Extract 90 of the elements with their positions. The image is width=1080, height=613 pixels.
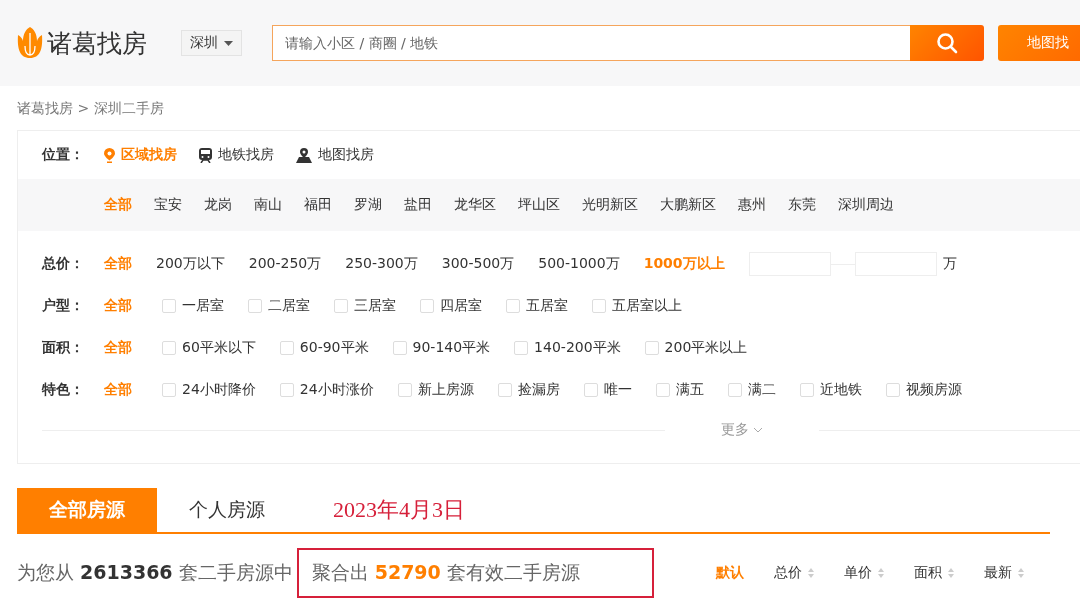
site-logo: 诸葛找房: [47, 27, 147, 60]
sort-arrows-icon: [947, 568, 954, 578]
checkbox[interactable]: [162, 383, 176, 397]
filter-option[interactable]: 500-1000万: [538, 255, 620, 273]
checkbox[interactable]: [420, 299, 434, 313]
filter-label: 户型：: [42, 297, 85, 315]
sort-option[interactable]: 单价: [843, 564, 884, 582]
checkbox[interactable]: [592, 299, 606, 313]
checkbox[interactable]: [644, 341, 659, 355]
checkbox[interactable]: [248, 299, 262, 313]
filter-checkbox[interactable]: 近地铁: [799, 381, 862, 399]
filter-checkbox[interactable]: 唯一: [583, 381, 632, 399]
unit-label: 万: [942, 255, 957, 273]
filter-checkbox[interactable]: 五居室: [506, 297, 568, 315]
checkbox[interactable]: [279, 383, 294, 397]
filter-option[interactable]: 200-250万: [248, 255, 322, 273]
checkbox[interactable]: [162, 341, 176, 355]
filter-checkbox[interactable]: 视频房源: [885, 381, 962, 399]
checkbox[interactable]: [885, 383, 900, 397]
search-mode-tab[interactable]: 地图找房: [296, 146, 374, 164]
checkbox[interactable]: [279, 341, 294, 355]
listing-tab[interactable]: 个人房源: [157, 488, 297, 532]
filter-checkbox[interactable]: 满五: [655, 381, 704, 399]
checkbox[interactable]: [497, 383, 512, 397]
search-button[interactable]: [910, 25, 984, 61]
district-link[interactable]: 龙岗: [204, 196, 232, 214]
checkbox[interactable]: [162, 299, 176, 313]
sort-arrows-icon: [1017, 568, 1024, 578]
checkbox[interactable]: [655, 383, 670, 397]
checkbox[interactable]: [397, 383, 412, 397]
district-link[interactable]: 大鹏新区: [660, 196, 716, 214]
chevron-down-icon: [752, 427, 763, 433]
lotus-logo-icon: [17, 27, 43, 59]
filter-label: 面积：: [42, 339, 85, 357]
checkbox[interactable]: [799, 383, 814, 397]
train-icon: [199, 147, 212, 163]
search-mode-tab[interactable]: 地铁找房: [199, 146, 274, 164]
filter-option[interactable]: 200万以下: [156, 255, 225, 273]
sort-option[interactable]: 总价: [773, 564, 814, 582]
checkbox[interactable]: [392, 341, 407, 355]
sort-arrows-icon: [877, 568, 884, 578]
checkbox[interactable]: [727, 383, 742, 397]
district-link[interactable]: 东莞: [788, 196, 816, 214]
checkbox[interactable]: [334, 299, 348, 313]
highlighted-summary: 聚合出 52790 套有效二手房源: [311, 560, 580, 585]
search-field[interactable]: 请输入小区 / 商圈 / 地铁: [272, 25, 910, 61]
checkbox[interactable]: [514, 341, 529, 355]
district-link[interactable]: 深圳周边: [838, 196, 894, 214]
filter-checkbox[interactable]: 三居室: [334, 297, 396, 315]
filter-checkbox[interactable]: 90-140平米: [392, 339, 491, 357]
filter-checkbox[interactable]: 满二: [727, 381, 776, 399]
filter-label: 位置：: [42, 146, 85, 164]
filter-checkbox[interactable]: 五居室以上: [592, 297, 682, 315]
filter-checkbox[interactable]: 140-200平米: [514, 339, 621, 357]
district-link[interactable]: 宝安: [154, 196, 182, 214]
filter-option[interactable]: 250-300万: [345, 255, 418, 273]
district-link[interactable]: 光明新区: [582, 196, 638, 214]
filter-label: 总价：: [42, 255, 85, 273]
sort-option[interactable]: 最新: [983, 564, 1024, 582]
district-link[interactable]: 福田: [304, 196, 332, 214]
district-link[interactable]: 惠州: [738, 196, 766, 214]
filter-checkbox[interactable]: 24小时涨价: [279, 381, 374, 399]
district-link[interactable]: 罗湖: [354, 196, 382, 214]
date-annotation: 2023年4月3日: [333, 496, 465, 524]
location-pin-icon: [104, 147, 115, 163]
filter-checkbox[interactable]: 60平米以下: [162, 339, 256, 357]
checkbox[interactable]: [506, 299, 520, 313]
filter-label: 特色：: [42, 381, 85, 399]
district-link[interactable]: 南山: [254, 196, 282, 214]
district-link[interactable]: 龙华区: [454, 196, 496, 214]
search-icon: [936, 32, 958, 54]
city-dropdown[interactable]: 深圳: [181, 30, 242, 56]
sort-option[interactable]: 面积: [913, 564, 954, 582]
checkbox[interactable]: [583, 383, 598, 397]
filter-checkbox[interactable]: 二居室: [248, 297, 310, 315]
filter-checkbox[interactable]: 新上房源: [397, 381, 474, 399]
sort-arrows-icon: [807, 568, 814, 578]
summary-text: 为您从 2613366 套二手房源中: [17, 560, 293, 585]
filter-checkbox[interactable]: 四居室: [420, 297, 482, 315]
filter-option[interactable]: 300-500万: [441, 255, 515, 273]
district-link[interactable]: 坪山区: [518, 196, 560, 214]
district-link[interactable]: 盐田: [404, 196, 432, 214]
filter-checkbox[interactable]: 捡漏房: [497, 381, 560, 399]
filter-checkbox[interactable]: 24小时降价: [162, 381, 256, 399]
filter-checkbox[interactable]: 一居室: [162, 297, 224, 315]
filter-checkbox[interactable]: 60-90平米: [279, 339, 369, 357]
filter-checkbox[interactable]: 200平米以上: [644, 339, 748, 357]
map-pin-icon: [296, 147, 312, 163]
caret-icon: [224, 40, 233, 46]
breadcrumb: 诸葛找房 > 深圳二手房: [16, 99, 165, 118]
